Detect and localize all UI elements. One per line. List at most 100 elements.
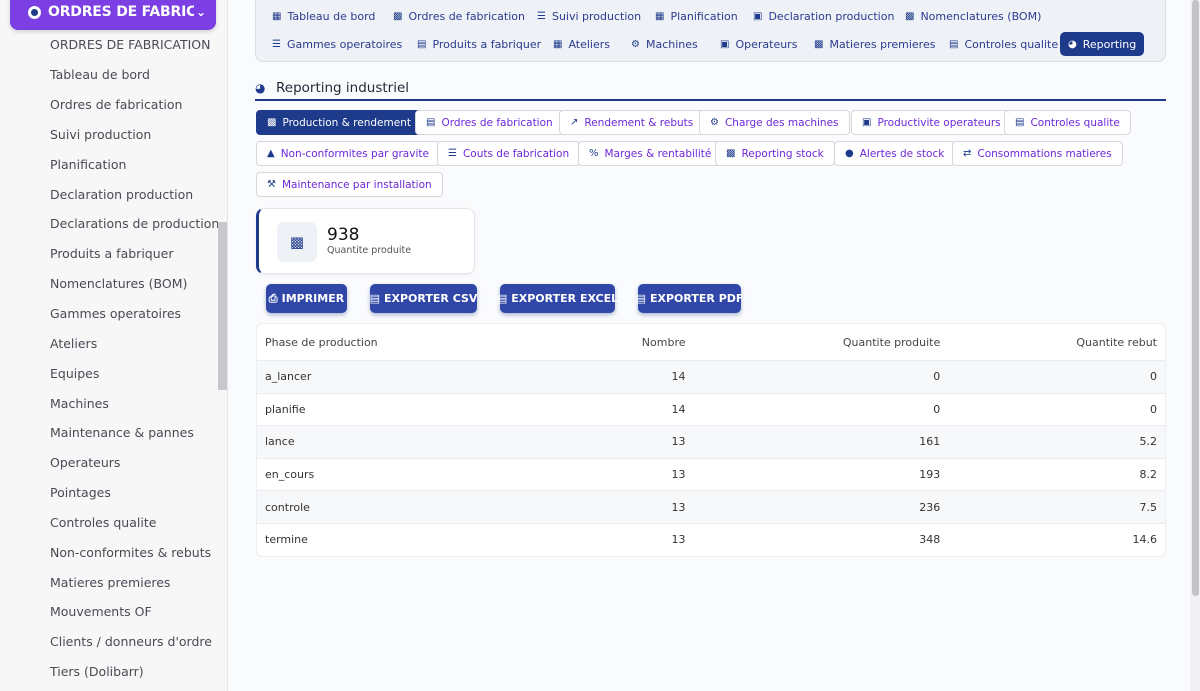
nav-suivi-production[interactable]: ☰ Suivi production bbox=[529, 4, 649, 28]
col-header-phase[interactable]: Phase de production bbox=[257, 336, 557, 349]
sidebar-item-maintenance-pannes[interactable]: Maintenance & pannes bbox=[0, 418, 227, 448]
kpi-card-quantite-produite: ▩ 938 Quantite produite bbox=[256, 208, 475, 274]
tab-alertes-stock[interactable]: ● Alertes de stock bbox=[834, 141, 956, 166]
clipboard-check-icon: ▤ bbox=[1015, 117, 1025, 128]
id-badge-icon: ▣ bbox=[720, 38, 730, 50]
app-title: ORDRES DE FABRICATION bbox=[48, 4, 194, 20]
tab-maintenance-installation[interactable]: ⚒ Maintenance par installation bbox=[256, 172, 443, 197]
col-header-quantite-produite[interactable]: Quantite produite bbox=[694, 336, 949, 349]
cell-nombre: 14 bbox=[671, 370, 686, 384]
sidebar-item-machines[interactable]: Machines bbox=[0, 388, 227, 418]
col-header-quantite-rebut[interactable]: Quantite rebut bbox=[948, 336, 1165, 349]
building-icon: ▦ bbox=[553, 38, 563, 50]
cell-quantite-rebut: 0 bbox=[1150, 370, 1157, 384]
export-csv-button[interactable]: ▤ EXPORTER CSV bbox=[370, 284, 477, 313]
cell-nombre: 13 bbox=[671, 435, 686, 449]
nav-tableau-de-bord[interactable]: ▦ Tableau de bord bbox=[264, 4, 383, 28]
line-chart-icon: ↗ bbox=[570, 117, 579, 128]
cell-nombre: 13 bbox=[671, 533, 686, 547]
wrench-icon: ⚒ bbox=[267, 179, 276, 190]
gears-icon: ⚙ bbox=[710, 117, 719, 128]
table-row: controle 13 236 7.5 bbox=[257, 490, 1165, 523]
sidebar-item-declarations-de-production[interactable]: Declarations de production bbox=[0, 209, 227, 239]
cubes-icon: ▩ bbox=[814, 38, 824, 50]
export-excel-button[interactable]: ▤ EXPORTER EXCEL bbox=[497, 284, 618, 313]
nav-ateliers[interactable]: ▦ Ateliers bbox=[545, 32, 618, 56]
cell-quantite-rebut: 5.2 bbox=[1139, 435, 1158, 449]
nav-declaration-production[interactable]: ▣ Declaration production bbox=[745, 4, 902, 28]
nav-operateurs[interactable]: ▣ Operateurs bbox=[712, 32, 805, 56]
tab-reporting-stock[interactable]: ▩ Reporting stock bbox=[715, 141, 835, 166]
clipboard-icon: ▤ bbox=[949, 38, 959, 50]
sidebar-item-nomenclatures[interactable]: Nomenclatures (BOM) bbox=[0, 269, 227, 299]
sitemap-icon: ▩ bbox=[905, 10, 915, 22]
grid-icon: ▦ bbox=[272, 10, 282, 22]
sidebar-item-tableau-de-bord[interactable]: Tableau de bord bbox=[0, 60, 227, 90]
app-menu-button[interactable]: ORDRES DE FABRICATION ⌄ bbox=[10, 0, 216, 30]
tab-consommations-matieres[interactable]: ⇄ Consommations matieres bbox=[952, 141, 1123, 166]
col-header-nombre[interactable]: Nombre bbox=[557, 336, 694, 349]
tab-non-conformites-gravite[interactable]: ▲ Non-conformites par gravite bbox=[256, 141, 440, 166]
warning-icon: ▲ bbox=[267, 148, 275, 159]
cell-quantite-produite: 0 bbox=[933, 402, 941, 416]
nav-nomenclatures[interactable]: ▩ Nomenclatures (BOM) bbox=[897, 4, 1049, 28]
export-pdf-button[interactable]: ▤ EXPORTER PDF bbox=[636, 284, 743, 313]
clipboard-check-icon: ▣ bbox=[753, 10, 763, 22]
cell-quantite-produite: 348 bbox=[919, 533, 941, 547]
cell-nombre: 14 bbox=[671, 402, 686, 416]
sidebar-item-produits-a-fabriquer[interactable]: Produits a fabriquer bbox=[0, 239, 227, 269]
nav-produits-a-fabriquer[interactable]: ▤ Produits a fabriquer bbox=[409, 32, 549, 56]
sidebar-item-suivi-production[interactable]: Suivi production bbox=[0, 120, 227, 150]
table-header: Phase de production Nombre Quantite prod… bbox=[257, 324, 1165, 360]
tab-production-rendement[interactable]: ▩ Production & rendement bbox=[256, 110, 422, 135]
factory-icon: ▩ bbox=[277, 222, 317, 262]
print-button[interactable]: ⎙ IMPRIMER bbox=[266, 284, 347, 313]
sidebar-item-clients[interactable]: Clients / donneurs d'ordre bbox=[0, 627, 227, 657]
cell-nombre: 13 bbox=[671, 500, 686, 514]
nav-matieres-premieres[interactable]: ▩ Matieres premieres bbox=[806, 32, 943, 56]
nav-planification[interactable]: ▦ Planification bbox=[647, 4, 746, 28]
tab-rendement-rebuts[interactable]: ↗ Rendement & rebuts bbox=[559, 110, 705, 135]
nav-machines[interactable]: ⚙ Machines bbox=[623, 32, 706, 56]
sidebar-item-pointages[interactable]: Pointages bbox=[0, 478, 227, 508]
sidebar-item-ordres-de-fabrication[interactable]: Ordres de fabrication bbox=[0, 90, 227, 120]
factory-icon: ▩ bbox=[267, 117, 277, 128]
cell-quantite-produite: 236 bbox=[919, 500, 941, 514]
gears-icon: ⚙ bbox=[631, 38, 640, 50]
sidebar-item-matieres-premieres[interactable]: Matieres premieres bbox=[0, 567, 227, 597]
page-scrollbar[interactable] bbox=[1190, 0, 1200, 691]
sidebar-item-ateliers[interactable]: Ateliers bbox=[0, 328, 227, 358]
table-row: planifie 14 0 0 bbox=[257, 392, 1165, 426]
pie-chart-icon: ◕ bbox=[1068, 38, 1077, 50]
tab-productivite-operateurs[interactable]: ▣ Productivite operateurs bbox=[851, 110, 1012, 135]
page-scrollbar-thumb[interactable] bbox=[1192, 0, 1199, 596]
alert-circle-icon: ● bbox=[845, 148, 854, 159]
sidebar-item-tiers[interactable]: Tiers (Dolibarr) bbox=[0, 657, 227, 687]
tab-ordres-de-fabrication[interactable]: ▤ Ordres de fabrication bbox=[415, 110, 564, 135]
sidebar-item-controles-qualite[interactable]: Controles qualite bbox=[0, 508, 227, 538]
tab-marges-rentabilite[interactable]: % Marges & rentabilité bbox=[578, 141, 723, 166]
list-icon: ☰ bbox=[272, 38, 281, 50]
tab-controles-qualite[interactable]: ▤ Controles qualite bbox=[1004, 110, 1131, 135]
cell-phase: en_cours bbox=[265, 468, 315, 482]
id-badge-icon: ▣ bbox=[862, 117, 872, 128]
tab-couts-fabrication[interactable]: ☰ Couts de fabrication bbox=[437, 141, 581, 166]
sidebar-item-ordres-header[interactable]: ORDRES DE FABRICATION bbox=[0, 30, 227, 60]
sidebar-item-non-conformites[interactable]: Non-conformites & rebuts bbox=[0, 537, 227, 567]
sidebar-item-mouvements-of[interactable]: Mouvements OF bbox=[0, 597, 227, 627]
nav-gammes-operatoires[interactable]: ☰ Gammes operatoires bbox=[264, 32, 410, 56]
page-title: ◕ Reporting industriel bbox=[255, 76, 1166, 101]
sidebar-item-operateurs[interactable]: Operateurs bbox=[0, 448, 227, 478]
nav-ordres-de-fabrication[interactable]: ▩ Ordres de fabrication bbox=[385, 4, 533, 28]
sidebar-scrollbar[interactable] bbox=[218, 222, 227, 390]
nav-controles-qualite[interactable]: ▤ Controles qualite bbox=[941, 32, 1066, 56]
cell-phase: a_lancer bbox=[265, 370, 312, 384]
cell-quantite-rebut: 14.6 bbox=[1132, 533, 1158, 547]
sidebar-item-gammes-operatoires[interactable]: Gammes operatoires bbox=[0, 299, 227, 329]
sidebar-item-planification[interactable]: Planification bbox=[0, 149, 227, 179]
tab-charge-machines[interactable]: ⚙ Charge des machines bbox=[699, 110, 850, 135]
sidebar-item-declaration-production[interactable]: Declaration production bbox=[0, 179, 227, 209]
file-csv-icon: ▤ bbox=[369, 292, 380, 305]
sidebar-item-equipes[interactable]: Equipes bbox=[0, 358, 227, 388]
nav-reporting[interactable]: ◕ Reporting bbox=[1060, 32, 1144, 56]
